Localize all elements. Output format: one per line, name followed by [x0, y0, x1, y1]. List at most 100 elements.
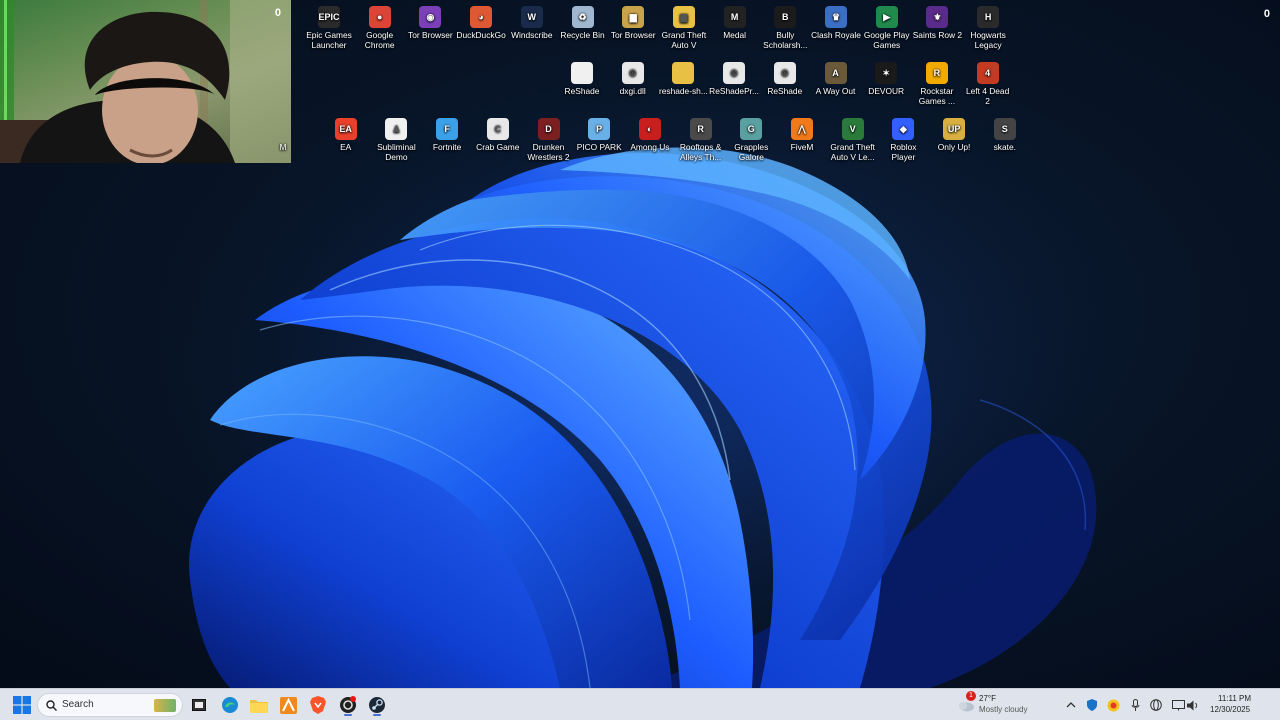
tray-network-app[interactable] [1147, 693, 1165, 717]
desktop-icon-label: Tor Browser [408, 30, 453, 40]
desktop-icon-google-play-games[interactable]: ▶ Google Play Games [862, 2, 912, 50]
desktop-icon-left-4-dead-2[interactable]: 4 Left 4 Dead 2 [963, 58, 1013, 106]
desktop-icon-label: Grand Theft Auto V [661, 30, 707, 50]
desktop-icon-label: Rooftops & Alleys Th... [679, 142, 722, 162]
among-us-icon: ◐ [638, 118, 661, 140]
desktop-icon-hogwarts-legacy[interactable]: H Hogwarts Legacy [963, 2, 1013, 50]
speaker-icon [1187, 700, 1198, 710]
desktop-icon-grapples-galore[interactable]: G Grapples Galore [726, 114, 776, 162]
desktop-icon-google-chrome[interactable]: ● Google Chrome [355, 2, 405, 50]
weather-description[interactable]: Mostly cloudy [979, 705, 1027, 714]
desktop-icon-fortnite[interactable]: F Fortnite [422, 114, 472, 152]
desktop[interactable]: 0 EPIC Epic Games Launcher ● Google Chrome ◉… [0, 0, 1280, 688]
desktop-icon-among-us[interactable]: ◐ Among Us [625, 114, 675, 152]
desktop-icon-reshade-2[interactable]: ⚙ ReShade [760, 58, 810, 96]
weather-widget-icon-wrap[interactable]: 1 [956, 691, 976, 717]
desktop-icon-gta-v-folder[interactable]: ▆ Grand Theft Auto V [659, 2, 709, 50]
defender-shield-icon [1087, 699, 1097, 711]
desktop-icon-epic-games-launcher[interactable]: EPIC Epic Games Launcher [304, 2, 354, 50]
desktop-icon-saints-row-2[interactable]: ⚜ Saints Row 2 [912, 2, 962, 40]
active-indicator [373, 714, 381, 716]
pico-park-icon: P [588, 118, 611, 140]
desktop-icon-label: Clash Royale [811, 30, 861, 40]
desktop-icon-only-up[interactable]: UP Only Up! [929, 114, 979, 152]
chevron-up-icon [1066, 702, 1076, 708]
start-button[interactable] [9, 693, 35, 717]
taskbar-brave[interactable] [307, 693, 329, 717]
desktop-icon-skate[interactable]: Sskate. [980, 114, 1030, 152]
ea-icon: EA [334, 118, 357, 140]
desktop-icon-clash-royale[interactable]: ♛ Clash Royale [811, 2, 861, 40]
clock-date[interactable]: 12/30/2025 [1210, 705, 1250, 714]
hogwarts-legacy-icon: H [977, 6, 1000, 28]
show-hidden-icons-button[interactable] [1064, 693, 1078, 717]
taskbar-obs[interactable] [336, 693, 360, 717]
task-view-button[interactable] [189, 693, 209, 717]
reshade-preset-icon: ⚙ [723, 62, 746, 84]
desktop-icon-reshade-shaders[interactable]: reshade-sh... [658, 58, 708, 96]
desktop-icon-devour[interactable]: ✶ DEVOUR [861, 58, 911, 96]
search-placeholder: Search [62, 699, 94, 710]
taskbar-search[interactable]: Search [37, 693, 183, 717]
desktop-icon-reshade-preset[interactable]: ⚙ ReShadePr... [709, 58, 759, 96]
skate-icon: S [993, 118, 1016, 140]
desktop-icon-label: ReShadePr... [709, 86, 759, 96]
rockstar-games-icon: R [925, 62, 948, 84]
desktop-icon-rooftops-alleys[interactable]: R Rooftops & Alleys Th... [676, 114, 726, 162]
desktop-icon-fivem[interactable]: ⋀ FiveM [777, 114, 827, 152]
desktop-icon-rockstar-games[interactable]: R Rockstar Games ... [912, 58, 962, 106]
gta-v-folder-icon: ▆ [672, 6, 695, 28]
desktop-icon-reshade-file[interactable]: ReShade [557, 58, 607, 96]
taskbar-steam[interactable] [365, 693, 389, 717]
desktop-icon-label: reshade-sh... [658, 86, 708, 96]
tray-app-1[interactable] [1084, 693, 1100, 717]
network-icon [1171, 699, 1185, 710]
search-icon [46, 700, 57, 711]
clock-time[interactable]: 11:11 PM [1218, 694, 1251, 703]
grapples-galore-icon: G [740, 118, 763, 140]
desktop-icon-label: Bully Scholarsh... [763, 30, 808, 50]
weather-temp[interactable]: 27°F [979, 694, 996, 703]
roblox-player-icon: ◆ [892, 118, 915, 140]
desktop-icon-label: Grapples Galore [734, 142, 769, 162]
epic-games-launcher-icon: EPIC [318, 6, 340, 28]
stream-counter: 0 [1263, 8, 1270, 20]
desktop-icon-label: ReShade [564, 86, 600, 96]
desktop-icon-windscribe[interactable]: W Windscribe [507, 2, 557, 40]
desktop-icon-pico-park[interactable]: P PICO PARK [574, 114, 624, 152]
tray-app-2[interactable] [1105, 693, 1121, 717]
gta-v-legacy-icon: V [841, 118, 864, 140]
desktop-icon-label: Left 4 Dead 2 [965, 86, 1010, 106]
desktop-icon-medal[interactable]: M Medal [710, 2, 760, 40]
a-way-out-icon: A [824, 62, 847, 84]
desktop-icon-recycle-bin[interactable]: ♻ Recycle Bin [558, 2, 608, 40]
desktop-icon-roblox-player[interactable]: ◆ Roblox Player [878, 114, 928, 162]
desktop-icon-subliminal-demo[interactable]: ♟ Subliminal Demo [371, 114, 421, 162]
taskbar-edge[interactable] [219, 693, 241, 717]
desktop-icon-label: Roblox Player [890, 142, 917, 162]
taskbar-app-a[interactable] [277, 693, 299, 717]
fivem-icon: ⋀ [791, 118, 813, 140]
desktop-icon-drunken-wrestlers-2[interactable]: D Drunken Wrestlers 2 [524, 114, 574, 162]
colorful-app-icon [1107, 699, 1119, 711]
desktop-icon-crab-game[interactable]: C Crab Game [473, 114, 523, 152]
taskbar-file-explorer[interactable] [248, 693, 270, 717]
devour-icon: ✶ [875, 62, 898, 84]
tray-microphone[interactable] [1127, 693, 1143, 717]
brave-lion-icon [310, 696, 326, 714]
desktop-icon-partial-icon[interactable]: M [270, 114, 296, 152]
desktop-icon-ea[interactable]: EA EA [321, 114, 371, 152]
left-4-dead-2-icon: 4 [976, 62, 999, 84]
desktop-icon-gta-v-legacy[interactable]: V Grand Theft Auto V Le... [828, 114, 878, 162]
desktop-icon-tor-browser-2[interactable]: ▆ Tor Browser [608, 2, 658, 40]
tor-browser-icon: ◉ [419, 6, 442, 28]
desktop-icon-bully[interactable]: B Bully Scholarsh... [760, 2, 810, 50]
medal-icon: M [723, 6, 746, 28]
desktop-icon-dxgi-dll[interactable]: ⚙ dxgi.dll [608, 58, 658, 96]
desktop-icon-label: EA [340, 142, 352, 152]
desktop-icon-tor-browser[interactable]: ◉ Tor Browser [405, 2, 455, 40]
desktop-icon-a-way-out[interactable]: A A Way Out [811, 58, 861, 96]
desktop-icon-label: A Way Out [815, 86, 856, 96]
desktop-icon-duckduckgo[interactable]: ◕ DuckDuckGo [456, 2, 506, 40]
tray-volume[interactable] [1185, 693, 1201, 717]
